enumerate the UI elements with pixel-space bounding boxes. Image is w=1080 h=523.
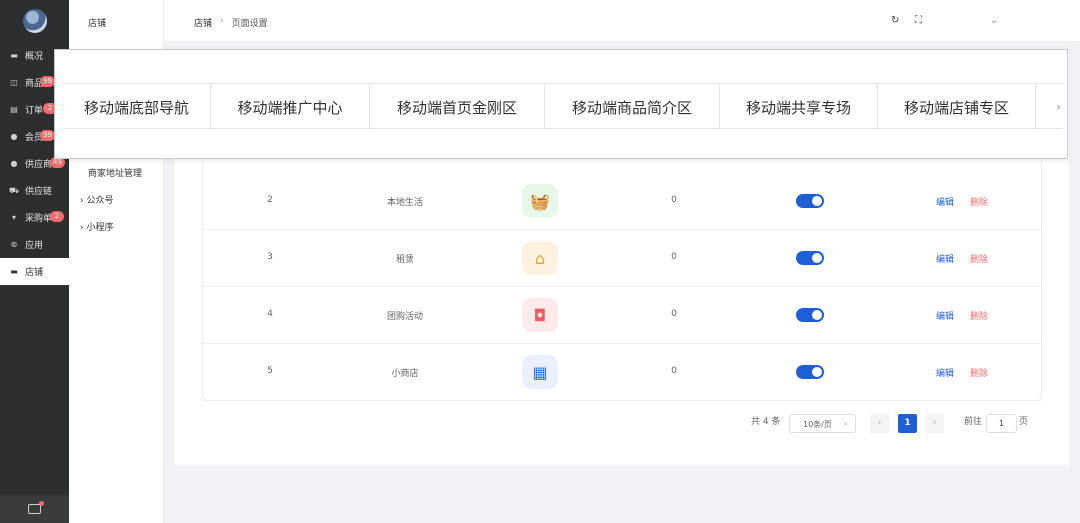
enabled-toggle[interactable] [796, 194, 824, 208]
page-size-select[interactable]: 10条/页 ⌄ [789, 414, 856, 433]
user-icon: ● [10, 131, 18, 141]
supplier-icon: ● [10, 158, 18, 168]
row-name: 本地生活 [386, 198, 424, 208]
sidebar-item-store[interactable]: ▬ 店铺 [0, 258, 69, 285]
row-sort: 0 [671, 252, 677, 262]
table-row: 2 本地生活 🧺 0 编辑 删除 [203, 173, 1041, 230]
breadcrumb-item[interactable]: 店铺 [194, 16, 212, 29]
fullscreen-icon[interactable]: ⛶ [915, 15, 922, 26]
row-sort: 0 [671, 309, 677, 319]
delete-button[interactable]: 删除 [970, 309, 988, 322]
enabled-toggle[interactable] [796, 251, 824, 265]
tab-home-king-kong[interactable]: 移动端首页金刚区 [370, 84, 545, 130]
row-index: 2 [267, 195, 273, 205]
pagination-total: 共 4 条 [751, 417, 781, 427]
sidebar-item-label: 应用 [25, 241, 44, 251]
badge-goods: 99 [40, 76, 55, 87]
subnav-item-mini-program[interactable]: › 小程序 [80, 220, 114, 233]
message-button[interactable] [0, 495, 69, 523]
message-icon [28, 501, 44, 514]
enabled-toggle[interactable] [796, 365, 824, 379]
badge-members: 99 [40, 130, 55, 141]
shopping-bag-icon: ◘ [522, 298, 558, 332]
tab-store-zone[interactable]: 移动端店铺专区 [878, 84, 1036, 130]
apps-icon: ⊛ [10, 239, 18, 249]
tab-goods-intro[interactable]: 移动端商品简介区 [545, 84, 720, 130]
tab-bottom-nav[interactable]: 移动端底部导航 [63, 84, 211, 130]
breadcrumb-current: 页面设置 [231, 19, 268, 29]
subnav-title: 店铺 [88, 19, 107, 29]
cart-icon: ▾ [11, 212, 16, 222]
edit-button[interactable]: 编辑 [936, 252, 954, 265]
badge-purchase: 2 [50, 211, 64, 222]
edit-button[interactable]: 编辑 [936, 366, 954, 379]
chevron-right-icon: › [80, 196, 84, 206]
row-sort: 0 [671, 195, 677, 205]
sidebar-item-label: 概况 [25, 52, 44, 62]
house-icon: ⌂ [522, 241, 558, 275]
truck-icon: ⛟ [9, 185, 20, 195]
delete-button[interactable]: 删除 [970, 366, 988, 379]
unread-dot [39, 501, 44, 506]
row-name: 小商店 [391, 369, 419, 379]
chevron-right-icon[interactable]: › [1056, 100, 1061, 114]
mobile-section-tabs-overlay: 移动端底部导航 移动端推广中心 移动端首页金刚区 移动端商品简介区 移动端共享专… [54, 49, 1068, 159]
row-name: 租赁 [395, 255, 415, 265]
sidebar-item-label: 供应商 [25, 160, 53, 170]
sidebar-item-label: 店铺 [25, 268, 44, 278]
sidebar-item-label: 供应链 [25, 187, 53, 197]
edit-button[interactable]: 编辑 [936, 195, 954, 208]
row-name: 团购活动 [386, 312, 424, 322]
tab-promotion-center[interactable]: 移动端推广中心 [211, 84, 370, 130]
chevron-down-icon: ⌄ [842, 418, 849, 427]
bag-icon: ◫ [10, 77, 18, 87]
edit-button[interactable]: 编辑 [936, 309, 954, 322]
sidebar-item-label: 订单 [25, 106, 44, 116]
table-row: 4 团购活动 ◘ 0 编辑 删除 [203, 287, 1041, 344]
table-row: 3 租赁 ⌂ 0 编辑 删除 [203, 230, 1041, 287]
refresh-icon[interactable]: ↻ [891, 15, 899, 26]
table-row: 5 小商店 ▦ 0 编辑 删除 [203, 344, 1041, 401]
enabled-toggle[interactable] [796, 308, 824, 322]
sidebar-item-apps[interactable]: ⊛ 应用 [0, 231, 69, 258]
row-index: 5 [267, 366, 273, 376]
breadcrumb: 店铺 › 页面设置 [194, 16, 268, 29]
sidebar-item-supply-chain[interactable]: ⛟ 供应链 [0, 177, 69, 204]
row-index: 4 [267, 309, 273, 319]
tab-shared-zone[interactable]: 移动端共享专场 [720, 84, 878, 130]
top-header: 店铺 › 页面设置 ↻ ⛶ ⌄ [164, 0, 1080, 42]
avatar[interactable] [23, 9, 47, 33]
chevron-right-icon: › [80, 223, 84, 233]
sidebar-item-label: 采购单 [25, 214, 53, 224]
store-icon: ▬ [10, 266, 18, 276]
subnav-item-address[interactable]: 商家地址管理 [88, 166, 142, 179]
monitor-icon: ▬ [10, 50, 18, 60]
delete-button[interactable]: 删除 [970, 195, 988, 208]
basket-icon: 🧺 [522, 184, 558, 218]
row-index: 3 [267, 252, 273, 262]
delete-button[interactable]: 删除 [970, 252, 988, 265]
chevron-down-icon[interactable]: ⌄ [990, 15, 998, 26]
tab-bar: 移动端底部导航 移动端推广中心 移动端首页金刚区 移动端商品简介区 移动端共享专… [63, 83, 1063, 130]
shop-icon: ▦ [522, 355, 558, 389]
chevron-right-icon: › [220, 16, 224, 26]
order-icon: ▤ [10, 104, 18, 114]
row-sort: 0 [671, 366, 677, 376]
subnav-item-official-account[interactable]: › 公众号 [80, 193, 114, 206]
